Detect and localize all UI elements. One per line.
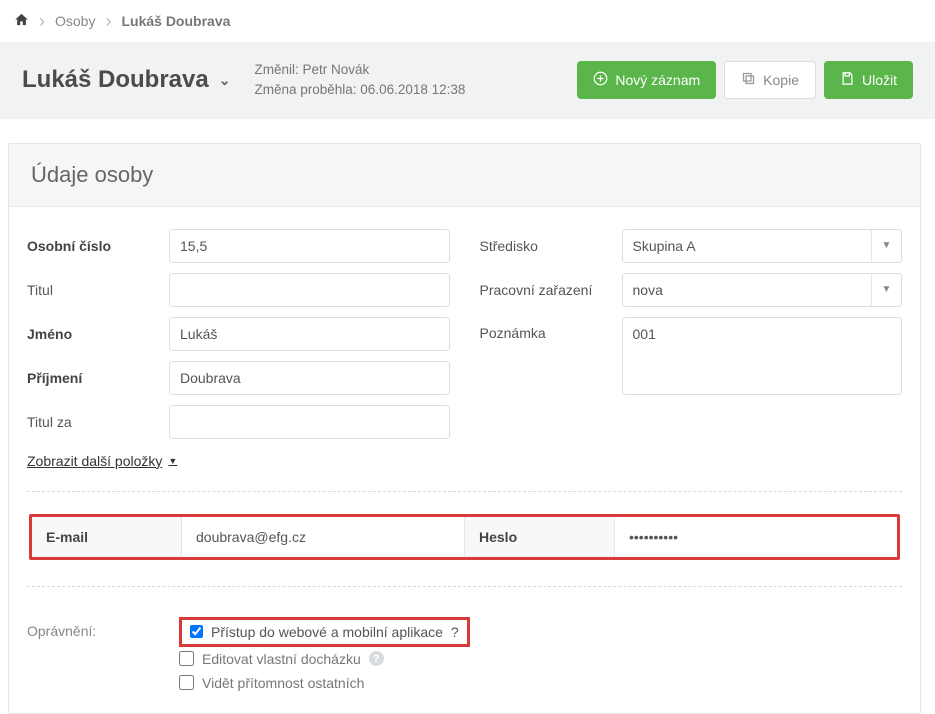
- center-label: Středisko: [480, 238, 622, 254]
- changed-by-label: Změnil:: [254, 62, 298, 77]
- caret-down-icon: ▼: [871, 230, 901, 262]
- permission-web-mobile-label: Přístup do webové a mobilní aplikace: [211, 624, 443, 640]
- title-before-label: Titul: [27, 282, 169, 298]
- last-name-input[interactable]: [169, 361, 450, 395]
- plus-circle-icon: [593, 71, 608, 89]
- permissions-block: Oprávnění: Přístup do webové a mobilní a…: [27, 617, 902, 705]
- help-icon[interactable]: ?: [451, 624, 459, 640]
- new-record-button[interactable]: Nový záznam: [577, 61, 716, 99]
- copy-icon: [741, 71, 756, 89]
- breadcrumb-current: Lukáš Doubrava: [121, 13, 230, 29]
- center-value: Skupina A: [623, 230, 872, 262]
- left-column: Osobní číslo Titul Jméno Příjmení Titul …: [27, 229, 450, 469]
- note-textarea[interactable]: [622, 317, 903, 395]
- personal-number-label: Osobní číslo: [27, 238, 169, 254]
- home-icon[interactable]: [14, 12, 29, 30]
- title-before-input[interactable]: [169, 273, 450, 307]
- permission-edit-attendance-label: Editovat vlastní docházku: [202, 651, 361, 667]
- last-name-label: Příjmení: [27, 370, 169, 386]
- chevron-right-icon: ›: [39, 12, 45, 30]
- page-header: Lukáš Doubrava ⌄ Změnil: Petr Novák Změn…: [0, 42, 935, 119]
- change-meta: Změnil: Petr Novák Změna proběhla: 06.06…: [254, 60, 465, 101]
- permission-see-presence-label: Vidět přítomnost ostatních: [202, 675, 364, 691]
- permission-edit-attendance-checkbox[interactable]: [179, 651, 194, 666]
- caret-down-icon: ▼: [168, 456, 177, 466]
- changed-at-value: 06.06.2018 12:38: [360, 82, 465, 97]
- email-label: E-mail: [32, 517, 182, 557]
- caret-down-icon: ▼: [871, 274, 901, 306]
- copy-button[interactable]: Kopie: [724, 61, 816, 99]
- title-after-label: Titul za: [27, 414, 169, 430]
- work-position-select[interactable]: nova ▼: [622, 273, 903, 307]
- credentials-highlight: E-mail Heslo: [29, 514, 900, 560]
- password-label: Heslo: [465, 517, 615, 557]
- center-select[interactable]: Skupina A ▼: [622, 229, 903, 263]
- email-input[interactable]: [182, 517, 464, 557]
- permission-web-mobile-highlight: Přístup do webové a mobilní aplikace ?: [179, 617, 470, 647]
- breadcrumb-level-1[interactable]: Osoby: [55, 13, 95, 29]
- work-position-label: Pracovní zařazení: [480, 282, 622, 298]
- action-buttons: Nový záznam Kopie Uložit: [577, 61, 913, 99]
- expand-label: Zobrazit další položky: [27, 453, 162, 469]
- work-position-value: nova: [623, 274, 872, 306]
- page-title-dropdown[interactable]: Lukáš Doubrava ⌄: [22, 66, 230, 94]
- first-name-label: Jméno: [27, 326, 169, 342]
- permissions-label: Oprávnění:: [27, 617, 179, 695]
- person-details-panel: Údaje osoby Osobní číslo Titul Jméno Pří…: [8, 143, 921, 714]
- save-icon: [840, 71, 855, 89]
- expand-more-fields-link[interactable]: Zobrazit další položky ▼: [27, 453, 177, 469]
- changed-at-label: Změna proběhla:: [254, 82, 356, 97]
- personal-number-input[interactable]: [169, 229, 450, 263]
- title-after-input[interactable]: [169, 405, 450, 439]
- panel-title: Údaje osoby: [9, 144, 920, 207]
- note-label: Poznámka: [480, 317, 622, 341]
- new-record-label: Nový záznam: [615, 72, 700, 88]
- save-button[interactable]: Uložit: [824, 61, 913, 99]
- copy-label: Kopie: [763, 72, 799, 88]
- changed-by-value: Petr Novák: [303, 62, 370, 77]
- chevron-down-icon: ⌄: [219, 72, 231, 89]
- password-input[interactable]: [615, 517, 897, 557]
- permission-see-presence-checkbox[interactable]: [179, 675, 194, 690]
- permission-web-mobile-checkbox[interactable]: [190, 625, 203, 638]
- page-title: Lukáš Doubrava: [22, 66, 209, 94]
- first-name-input[interactable]: [169, 317, 450, 351]
- right-column: Středisko Skupina A ▼ Pracovní zařazení …: [480, 229, 903, 469]
- breadcrumb: › Osoby › Lukáš Doubrava: [0, 0, 935, 42]
- save-label: Uložit: [862, 72, 897, 88]
- help-icon[interactable]: ?: [369, 651, 384, 666]
- chevron-right-icon: ›: [105, 12, 111, 30]
